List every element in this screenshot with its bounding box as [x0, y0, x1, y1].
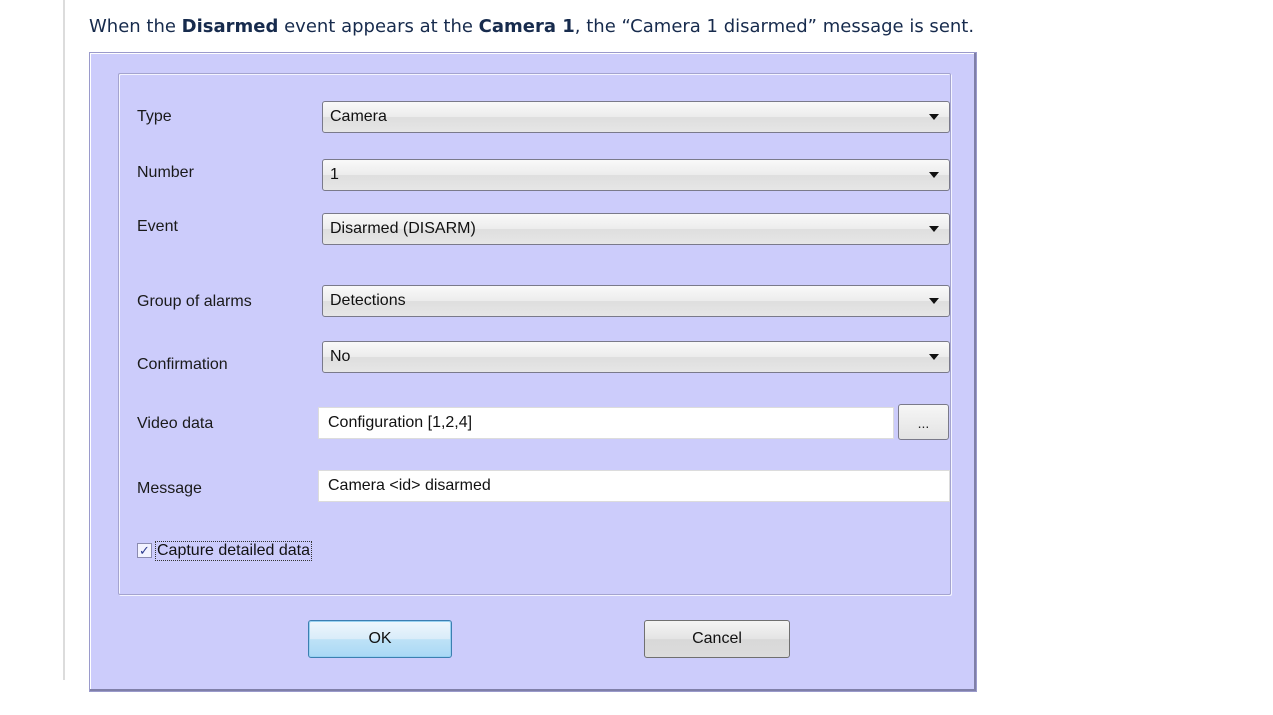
- intro-text: When the Disarmed event appears at the C…: [89, 16, 974, 37]
- confirmation-dropdown[interactable]: No: [322, 341, 950, 373]
- group-of-alarms-value: Detections: [330, 292, 406, 309]
- capture-detailed-data-checkbox[interactable]: ✓: [137, 543, 152, 558]
- checkmark-icon: ✓: [139, 543, 150, 558]
- intro-prefix: When the: [89, 16, 182, 37]
- video-data-label: Video data: [137, 415, 214, 432]
- group-of-alarms-label: Group of alarms: [137, 293, 252, 310]
- number-dropdown[interactable]: 1: [322, 159, 950, 191]
- chevron-down-icon: [929, 226, 939, 232]
- event-value: Disarmed (DISARM): [330, 220, 476, 237]
- event-settings-dialog: Type Camera Number 1 Event Disarmed (DIS…: [89, 52, 977, 692]
- capture-detailed-data-label[interactable]: Capture detailed data: [155, 541, 312, 561]
- intro-suffix: , the “Camera 1 disarmed” message is sen…: [574, 16, 975, 37]
- intro-camera-name: Camera 1: [478, 16, 575, 37]
- settings-group-box: [118, 73, 951, 595]
- confirmation-label: Confirmation: [137, 356, 228, 373]
- chevron-down-icon: [929, 172, 939, 178]
- chevron-down-icon: [929, 114, 939, 120]
- event-dropdown[interactable]: Disarmed (DISARM): [322, 213, 950, 245]
- chevron-down-icon: [929, 354, 939, 360]
- type-label: Type: [137, 108, 172, 125]
- number-label: Number: [137, 164, 194, 181]
- left-margin-rule: [63, 0, 65, 680]
- chevron-down-icon: [929, 298, 939, 304]
- video-data-field[interactable]: Configuration [1,2,4]: [318, 407, 894, 439]
- event-label: Event: [137, 218, 178, 235]
- intro-event-name: Disarmed: [181, 16, 279, 37]
- ok-button[interactable]: OK: [308, 620, 452, 658]
- message-field[interactable]: Camera <id> disarmed: [318, 470, 950, 502]
- type-dropdown[interactable]: Camera: [322, 101, 950, 133]
- video-data-browse-button[interactable]: ...: [898, 404, 949, 440]
- group-of-alarms-dropdown[interactable]: Detections: [322, 285, 950, 317]
- cancel-button[interactable]: Cancel: [644, 620, 790, 658]
- number-value: 1: [330, 166, 339, 183]
- intro-middle: event appears at the: [278, 16, 479, 37]
- type-value: Camera: [330, 108, 387, 125]
- confirmation-value: No: [330, 348, 351, 365]
- message-label: Message: [137, 480, 202, 497]
